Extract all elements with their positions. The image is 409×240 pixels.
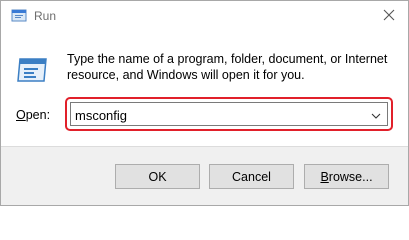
run-dialog: Run Type the name of a program, folder, … [0, 0, 409, 206]
open-combobox[interactable]: msconfig [70, 102, 388, 126]
chevron-down-icon [371, 108, 381, 122]
open-input-highlight: msconfig [65, 97, 393, 131]
run-app-icon [11, 9, 27, 23]
ok-button[interactable]: OK [115, 164, 200, 189]
open-label-text: pen: [25, 108, 51, 122]
title-bar: Run [1, 1, 408, 31]
dropdown-button[interactable] [367, 105, 385, 125]
button-bar: OK Cancel Browse... [1, 146, 408, 205]
browse-accelerator: B [320, 169, 329, 184]
window-title: Run [34, 9, 57, 23]
browse-button[interactable]: Browse... [304, 164, 389, 189]
dialog-description: Type the name of a program, folder, docu… [67, 52, 388, 82]
cancel-button[interactable]: Cancel [209, 164, 294, 189]
browse-label: rowse... [328, 169, 373, 184]
close-button[interactable] [371, 1, 406, 31]
close-icon [383, 9, 395, 24]
open-label-accelerator: O [16, 108, 26, 122]
open-label: Open: [16, 108, 50, 122]
run-large-icon [16, 57, 48, 83]
open-input[interactable]: msconfig [75, 108, 127, 123]
